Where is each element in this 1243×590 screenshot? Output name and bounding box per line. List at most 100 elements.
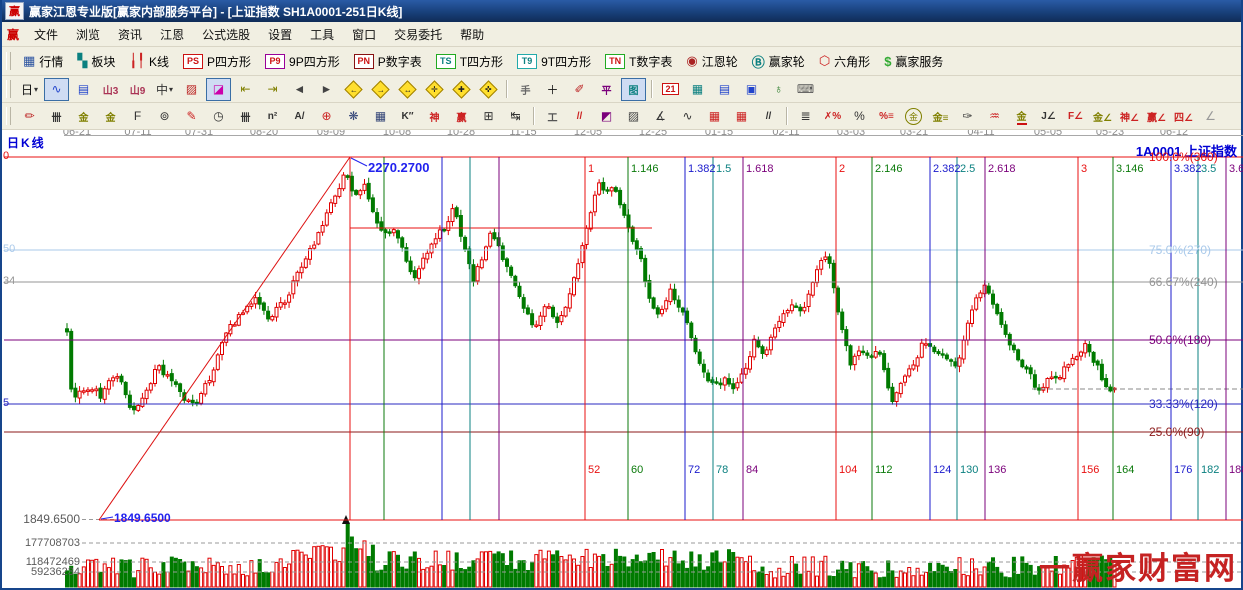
shen-angle-tool[interactable]: 神∠: [1117, 105, 1142, 128]
period-selector-button[interactable]: 日▾: [17, 78, 42, 101]
profile-overlay-button-icon: ◪: [213, 82, 224, 96]
gold-lines-tool-icon: 金≡: [933, 109, 949, 124]
k-measure-tool[interactable]: K″: [395, 105, 420, 128]
fan-lines-tool[interactable]: //: [567, 105, 592, 128]
percent-tool[interactable]: %: [847, 105, 872, 128]
red-grid-arrow-tool[interactable]: ▦: [729, 105, 754, 128]
gann-wheel-button[interactable]: ◉江恩轮: [679, 51, 744, 72]
spiral-tool-icon: ⊚: [159, 109, 169, 123]
ying-square-tool[interactable]: 赢: [449, 105, 474, 128]
strike-percent-tool[interactable]: ✗%: [820, 105, 845, 128]
gold-angle-tool[interactable]: 金∠: [1090, 105, 1115, 128]
last-bar-button[interactable]: ⇥: [260, 78, 285, 101]
map-overlay-button-icon: ▨: [186, 82, 197, 96]
pen-tool[interactable]: ✑: [955, 105, 980, 128]
red-wave-tool[interactable]: ♒: [982, 105, 1007, 128]
ruler-tool[interactable]: ≣: [793, 105, 818, 128]
next-bar-button[interactable]: ►: [314, 78, 339, 101]
j-angle-tool[interactable]: J∠: [1036, 105, 1061, 128]
parallel-lines-tool[interactable]: //: [756, 105, 781, 128]
compass-pencil-tool[interactable]: ✏: [17, 105, 42, 128]
save-button[interactable]: ▣: [739, 78, 764, 101]
red-grid-tool[interactable]: ▦: [702, 105, 727, 128]
grid-123-tool[interactable]: ⊞: [476, 105, 501, 128]
angle-a-tool[interactable]: A/: [287, 105, 312, 128]
diamond-move-button[interactable]: ✜: [476, 78, 501, 101]
diamond-expand-button[interactable]: ✛: [422, 78, 447, 101]
fan-box-tool[interactable]: ◩: [594, 105, 619, 128]
gold-lines-tool[interactable]: 金≡: [928, 105, 953, 128]
ladder2-tool[interactable]: 卌: [233, 105, 258, 128]
sectors-button-icon: ▚: [77, 53, 87, 69]
hexagon-button[interactable]: ⬡六角形: [812, 51, 877, 72]
map-overlay-button[interactable]: ▨: [179, 78, 204, 101]
profile-overlay-button[interactable]: ◪: [206, 78, 231, 101]
pen-tool-icon: ✑: [962, 109, 972, 123]
web-sync-button[interactable]: ♁: [766, 78, 791, 101]
diamond-left-button[interactable]: ←: [341, 78, 366, 101]
terminal-button[interactable]: ⌨: [793, 78, 818, 101]
gold-circle-tool[interactable]: 金: [901, 105, 926, 128]
ying-angle-tool[interactable]: 赢∠: [1144, 105, 1169, 128]
t9-square-button-label: 9T四方形: [541, 53, 591, 70]
snowflake-circle-tool[interactable]: ❋: [341, 105, 366, 128]
gold-underline-tool-icon: 金: [1017, 108, 1027, 125]
f-angle-tool[interactable]: F∠: [1063, 105, 1088, 128]
erase-line-button[interactable]: ✐: [567, 78, 592, 101]
t-number-button[interactable]: TNT数字表: [598, 51, 679, 72]
candle-style-button[interactable]: 中▾: [152, 78, 177, 101]
price-ladder-tool[interactable]: 卌: [44, 105, 69, 128]
calculator-button[interactable]: ▦: [685, 78, 710, 101]
pattern-tool-button[interactable]: 图: [621, 78, 646, 101]
gann-box-tool[interactable]: ▦: [368, 105, 393, 128]
f-ladder-tool[interactable]: F: [125, 105, 150, 128]
calendar-button[interactable]: 21: [658, 78, 683, 101]
watermark: 一赢家财富网: [1039, 543, 1237, 588]
sectors-button[interactable]: ▚板块: [70, 51, 122, 72]
t-number-button-label: T数字表: [629, 53, 672, 70]
diamond-right-button[interactable]: →: [368, 78, 393, 101]
pingtai-tool-button[interactable]: 平: [594, 78, 619, 101]
bars9-button[interactable]: 山9: [125, 78, 150, 101]
p-square-button[interactable]: PSP四方形: [176, 51, 258, 72]
t-square-button[interactable]: TST四方形: [429, 51, 510, 72]
axes-box-tool[interactable]: 工: [540, 105, 565, 128]
gold-ladder2-tool[interactable]: 金: [98, 105, 123, 128]
si-angle-tool[interactable]: 四∠: [1171, 105, 1196, 128]
p-number-button[interactable]: PNP数字表: [347, 51, 429, 72]
red-pencil-tool[interactable]: ✎: [179, 105, 204, 128]
t9-square-button[interactable]: T99T四方形: [510, 51, 598, 72]
diamond-shrink-button[interactable]: ✚: [449, 78, 474, 101]
diamond-hspan-button[interactable]: ↔: [395, 78, 420, 101]
quotes-button-icon: ▦: [23, 53, 35, 69]
first-bar-button[interactable]: ⇤: [233, 78, 258, 101]
wave-tool[interactable]: ∿: [675, 105, 700, 128]
quotes-button[interactable]: ▦行情: [16, 51, 70, 72]
ruler-tool-icon: ≣: [800, 109, 810, 123]
memo-button[interactable]: ▤: [712, 78, 737, 101]
crosshair-tool-button[interactable]: ＋: [540, 78, 565, 101]
bars3-button[interactable]: 山3: [98, 78, 123, 101]
hand-tool-button[interactable]: 手: [513, 78, 538, 101]
fan-shade-tool[interactable]: ▨: [621, 105, 646, 128]
circle-cross-tool[interactable]: ⊕: [314, 105, 339, 128]
shen-square-tool[interactable]: 神: [422, 105, 447, 128]
width-measure-tool[interactable]: ↹: [503, 105, 528, 128]
spiral-tool[interactable]: ⊚: [152, 105, 177, 128]
kline-button[interactable]: ╽╿K线: [122, 51, 176, 72]
time-cycle-tool[interactable]: ◷: [206, 105, 231, 128]
service-button[interactable]: $赢家服务: [877, 51, 950, 72]
percent-lines-tool[interactable]: %≡: [874, 105, 899, 128]
prev-bar-button[interactable]: ◄: [287, 78, 312, 101]
winner-wheel-button[interactable]: Ⓑ赢家轮: [745, 50, 812, 73]
zigzag-overlay-button[interactable]: ∿: [44, 78, 69, 101]
gold-underline-tool[interactable]: 金: [1009, 105, 1034, 128]
p9-square-button[interactable]: P99P四方形: [258, 51, 347, 72]
hand-tool-button-icon: 手: [521, 82, 531, 97]
info-panel-button[interactable]: ▤: [71, 78, 96, 101]
angle-rays-tool[interactable]: ∡: [648, 105, 673, 128]
p9-square-button-label: 9P四方形: [289, 53, 340, 70]
empty-angle-tool[interactable]: ∠: [1198, 105, 1223, 128]
n-square-tool[interactable]: n²: [260, 105, 285, 128]
gold-ladder-tool[interactable]: 金: [71, 105, 96, 128]
